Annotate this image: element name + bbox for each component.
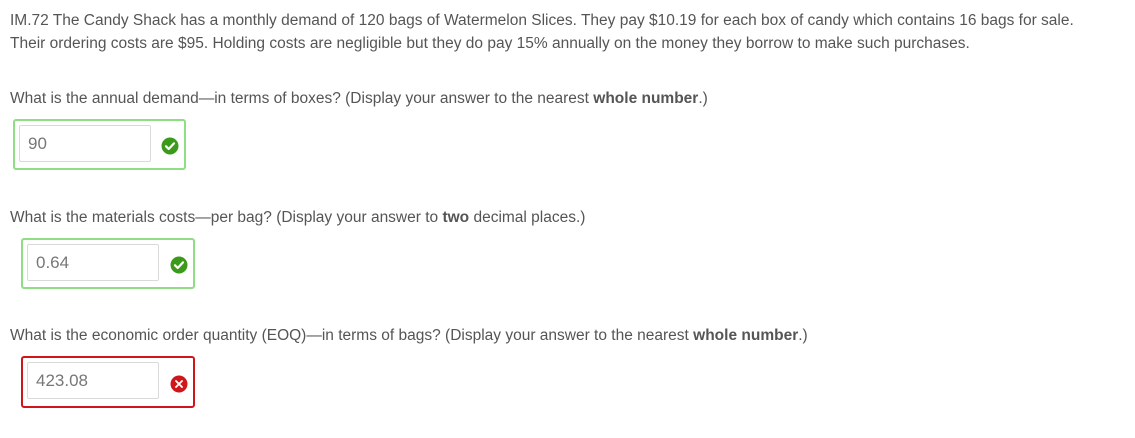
problem-statement: IM.72 The Candy Shack has a monthly dema… <box>10 9 1135 55</box>
question-2-emphasis: two <box>442 209 470 226</box>
question-3-emphasis: whole number <box>693 327 799 344</box>
question-2-prompt: What is the materials costs—per bag? (Di… <box>10 209 585 227</box>
question-1-answer-input[interactable] <box>19 125 151 162</box>
question-3-answer-box <box>21 356 195 408</box>
check-circle-icon <box>161 137 179 155</box>
question-1-prompt: What is the annual demand—in terms of bo… <box>10 90 708 108</box>
question-3-prompt: What is the economic order quantity (EOQ… <box>10 327 808 345</box>
problem-line-1: IM.72 The Candy Shack has a monthly dema… <box>10 12 1074 29</box>
question-2-answer-input[interactable] <box>27 244 159 281</box>
question-2-suffix: decimal places.) <box>469 209 586 226</box>
question-1-suffix: .) <box>698 90 708 107</box>
question-1-answer-box <box>13 119 186 170</box>
question-2-answer-box <box>21 238 195 289</box>
question-3-answer-input[interactable] <box>27 362 159 399</box>
question-3-suffix: .) <box>798 327 808 344</box>
check-circle-icon <box>170 256 188 274</box>
question-2-text: What is the materials costs—per bag? (Di… <box>10 209 443 226</box>
x-circle-icon <box>170 375 188 393</box>
problem-line-2: Their ordering costs are $95. Holding co… <box>10 35 970 52</box>
question-1-text: What is the annual demand—in terms of bo… <box>10 90 594 107</box>
question-3-text: What is the economic order quantity (EOQ… <box>10 327 694 344</box>
question-1-emphasis: whole number <box>593 90 699 107</box>
